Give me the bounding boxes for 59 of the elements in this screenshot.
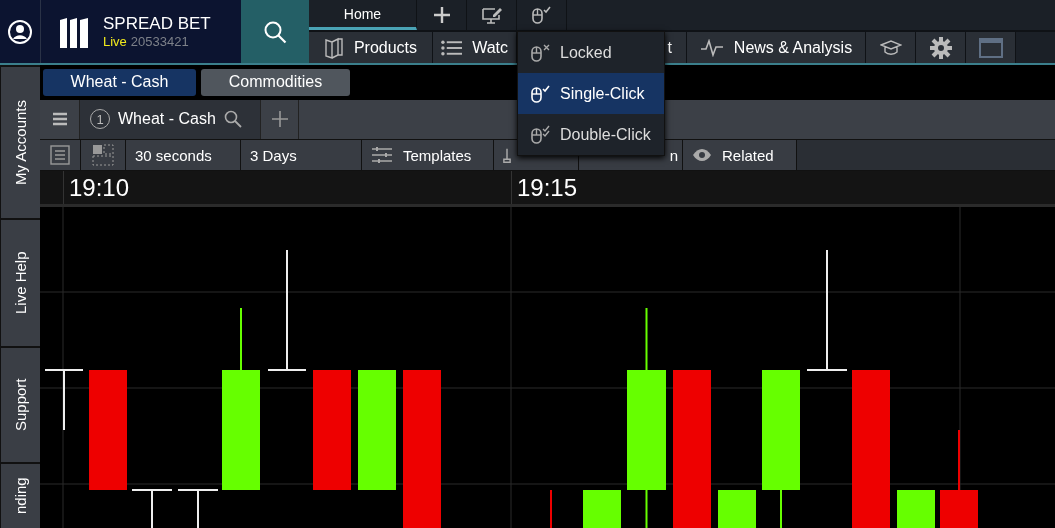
chart-tab[interactable]: 1 Wheat - Cash	[80, 99, 261, 140]
menu-item[interactable]: Single-Click	[518, 73, 664, 114]
settings-icon	[929, 36, 952, 59]
nav-button[interactable]	[866, 32, 916, 63]
search-icon	[263, 19, 287, 44]
toolbar-button[interactable]	[40, 140, 81, 170]
eye-icon	[692, 148, 712, 163]
toolbar-button[interactable]	[81, 140, 126, 170]
instrument-tab[interactable]: Commodities	[201, 68, 350, 96]
mouse-check-icon	[530, 5, 553, 25]
menu-item[interactable]: Locked	[518, 32, 664, 73]
logo-icon	[59, 15, 89, 48]
sidebar-tab[interactable]: nding	[0, 462, 40, 528]
toolbar-button[interactable]: 3 Days	[241, 140, 362, 170]
user-icon	[8, 19, 32, 44]
candle	[131, 489, 173, 528]
sliders-icon	[371, 146, 393, 165]
mouse-icon	[530, 124, 552, 145]
search-icon	[223, 110, 242, 129]
candle	[44, 369, 84, 431]
toolbar-button[interactable]: 30 seconds	[126, 140, 241, 170]
plus-icon	[271, 111, 288, 128]
toolbar-button[interactable]: Templates	[362, 140, 494, 170]
plus-icon	[432, 6, 451, 24]
live-status: Live	[103, 34, 127, 49]
candle	[718, 489, 756, 528]
sidebar-tab[interactable]: Live Help	[0, 218, 40, 346]
menu-icon	[52, 112, 67, 127]
window-icon	[978, 37, 1003, 58]
time-label: 19:10	[63, 171, 511, 204]
candle	[583, 489, 621, 528]
chart-tab-label: Wheat - Cash	[118, 110, 216, 129]
nav-button[interactable]	[916, 32, 966, 63]
graduation-cap-icon	[879, 39, 902, 56]
monitor-edit-icon	[480, 5, 503, 25]
mouse-icon	[530, 42, 552, 63]
sidebar-tab[interactable]: My Accounts	[0, 65, 40, 218]
nav-button[interactable]: Watc	[433, 32, 517, 63]
layout-icon	[92, 144, 114, 167]
candle	[177, 489, 219, 528]
search-button[interactable]	[241, 0, 309, 63]
toolbar-button[interactable]: Related	[683, 140, 797, 170]
account-button[interactable]	[0, 0, 41, 63]
pulse-icon	[699, 38, 724, 57]
time-label: 19:15	[511, 171, 983, 204]
menu-item[interactable]: Double-Click	[518, 114, 664, 155]
brand-title: SPREAD BET	[103, 14, 211, 34]
home-tab[interactable]: Home	[309, 0, 417, 30]
nav-button[interactable]: News & Analysis	[687, 32, 866, 63]
pin-icon	[503, 147, 511, 163]
nav-button[interactable]: Products	[309, 32, 433, 63]
account-number: 20533421	[130, 34, 189, 49]
instrument-tab[interactable]: Wheat - Cash	[43, 68, 196, 96]
list-icon	[441, 38, 463, 57]
candle	[897, 489, 935, 528]
book-icon	[323, 36, 344, 59]
list-icon	[50, 145, 70, 166]
mouse-icon	[530, 83, 552, 104]
sidebar-tab[interactable]: Support	[0, 346, 40, 462]
